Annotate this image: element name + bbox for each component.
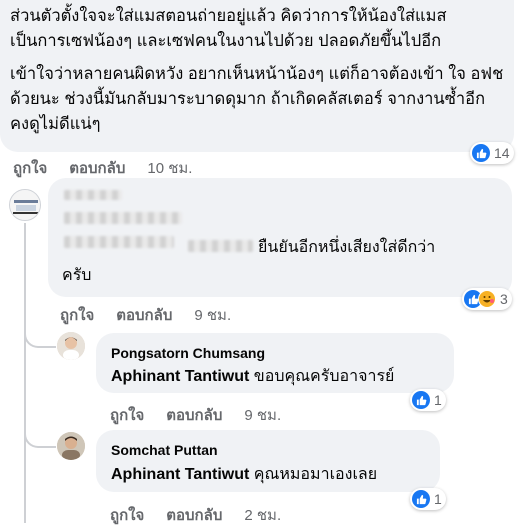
reply-3-actions: ถูกใจ ตอบกลับ 2 ชม.: [110, 503, 281, 525]
comment-author[interactable]: Somchat Puttan: [111, 442, 218, 458]
like-reaction-icon: [412, 391, 430, 409]
top-comment-paragraph-2: เข้าใจว่าหลายคนผิดหวัง อยากเห็นหน้าน้องๆ…: [10, 65, 504, 133]
comment-timestamp[interactable]: 9 ชม.: [194, 303, 231, 327]
mention-link[interactable]: Aphinant Tantiwut: [111, 466, 249, 483]
mention-link[interactable]: Aphinant Tantiwut: [111, 368, 249, 385]
reply-1-text-line-1: ยืนยันอีกหนึ่งเสียงใส่ดีกว่า: [258, 239, 436, 256]
reply-3-body: คุณหมอมาเองเลย: [249, 466, 378, 483]
like-button[interactable]: ถูกใจ: [110, 403, 144, 427]
reply-bubble-2: Pongsatorn Chumsang Aphinant Tantiwut ขอ…: [96, 333, 454, 393]
reply-3-text: Aphinant Tantiwut คุณหมอมาเองเลย: [111, 464, 377, 486]
reply-3-reaction-count: 1: [434, 491, 442, 507]
avatar[interactable]: [57, 332, 85, 360]
redacted-text: [188, 240, 253, 252]
comment-timestamp[interactable]: 2 ชม.: [244, 503, 281, 525]
like-button[interactable]: ถูกใจ: [60, 303, 94, 327]
reply-2-actions: ถูกใจ ตอบกลับ 9 ชม.: [110, 403, 281, 427]
reply-2-body: ขอบคุณครับอาจารย์: [249, 368, 395, 385]
reply-2-text: Aphinant Tantiwut ขอบคุณครับอาจารย์: [111, 366, 394, 388]
avatar-image: [57, 332, 85, 360]
redacted-text: [64, 236, 174, 248]
reply-1-reactions[interactable]: 3: [462, 288, 512, 310]
reply-1-actions: ถูกใจ ตอบกลับ 9 ชม.: [60, 303, 231, 327]
like-reaction-icon: [412, 490, 430, 508]
reply-button[interactable]: ตอบกลับ: [166, 503, 222, 525]
reply-button[interactable]: ตอบกลับ: [69, 156, 125, 180]
top-comment-reaction-count: 14: [494, 145, 510, 161]
like-button[interactable]: ถูกใจ: [110, 503, 144, 525]
redacted-text: [64, 212, 182, 224]
avatar-image: [10, 190, 40, 220]
comment-timestamp[interactable]: 10 ชม.: [147, 156, 192, 180]
top-comment-bubble: ส่วนตัวตั้งใจจะใส่แมสตอนถ่ายอยู่แล้ว คิด…: [0, 0, 514, 152]
comment-author[interactable]: Pongsatorn Chumsang: [111, 345, 265, 361]
redacted-author-name: [64, 190, 122, 200]
avatar[interactable]: [57, 432, 85, 460]
reply-1-text-line-2: ครับ: [62, 267, 92, 284]
reply-2-reactions[interactable]: 1: [410, 389, 446, 411]
thread-connector: [24, 420, 56, 448]
thread-connector: [24, 320, 56, 348]
avatar-image: [57, 432, 85, 460]
haha-reaction-icon: [478, 290, 496, 308]
reply-button[interactable]: ตอบกลับ: [166, 403, 222, 427]
comment-timestamp[interactable]: 9 ชม.: [244, 403, 281, 427]
reply-2-reaction-count: 1: [434, 392, 442, 408]
top-comment-paragraph-1: ส่วนตัวตั้งใจจะใส่แมสตอนถ่ายอยู่แล้ว คิด…: [10, 7, 447, 50]
reply-3-reactions[interactable]: 1: [410, 488, 446, 510]
reply-button[interactable]: ตอบกลับ: [116, 303, 172, 327]
reply-bubble-3: Somchat Puttan Aphinant Tantiwut คุณหมอม…: [96, 430, 440, 492]
top-comment-reactions[interactable]: 14: [470, 142, 514, 164]
avatar[interactable]: [9, 189, 41, 221]
like-reaction-icon: [472, 144, 490, 162]
reply-bubble-1: ยืนยันอีกหนึ่งเสียงใส่ดีกว่า ครับ: [48, 178, 512, 297]
top-comment-actions: ถูกใจ ตอบกลับ 10 ชม.: [13, 156, 192, 180]
reply-1-reaction-count: 3: [500, 291, 508, 307]
like-button[interactable]: ถูกใจ: [13, 156, 47, 180]
thread-line: [24, 223, 26, 523]
